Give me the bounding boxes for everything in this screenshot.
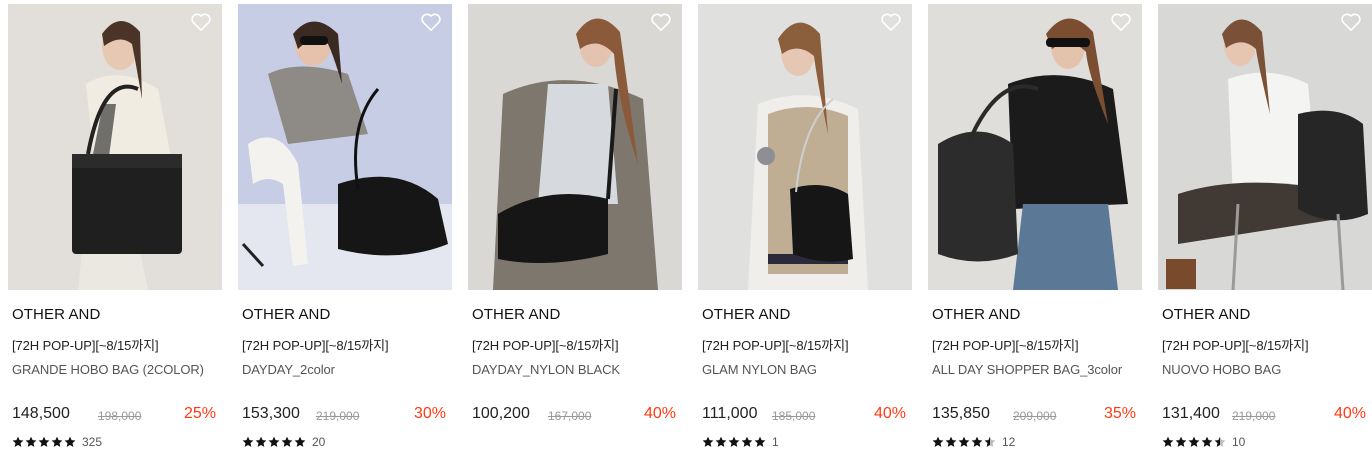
- heart-outline-icon[interactable]: [1110, 12, 1132, 32]
- product-price: 135,850: [932, 405, 990, 422]
- product-image[interactable]: [8, 4, 222, 290]
- star-icon: [984, 436, 996, 447]
- product-rating: 1: [702, 435, 779, 449]
- product-card[interactable]: OTHER AND [72H POP-UP][~8/15까지] DAYDAY_N…: [468, 4, 682, 464]
- star-icon: [51, 436, 63, 447]
- star-icon: [932, 436, 944, 447]
- star-icon: [728, 436, 740, 447]
- star-icon: [1162, 436, 1174, 447]
- product-name[interactable]: GLAM NYLON BAG: [702, 362, 817, 377]
- rating-stars: [242, 436, 306, 448]
- original-price: 198,000: [98, 409, 142, 423]
- star-icon: [1201, 436, 1213, 447]
- product-card[interactable]: OTHER AND [72H POP-UP][~8/15까지] ALL DAY …: [928, 4, 1142, 464]
- product-card[interactable]: OTHER AND [72H POP-UP][~8/15까지] NUOVO HO…: [1158, 4, 1372, 464]
- product-grid: OTHER AND [72H POP-UP][~8/15까지] GRANDE H…: [8, 4, 1372, 475]
- product-price: 100,200: [472, 405, 530, 422]
- product-brand[interactable]: OTHER AND: [932, 306, 1020, 323]
- product-image[interactable]: [1158, 4, 1372, 290]
- product-name[interactable]: GRANDE HOBO BAG (2COLOR): [12, 362, 204, 377]
- star-icon: [64, 436, 76, 447]
- star-icon: [1214, 436, 1226, 447]
- original-price: 167,000: [548, 409, 592, 423]
- star-icon: [281, 436, 293, 447]
- star-icon: [715, 436, 727, 447]
- product-image[interactable]: [238, 4, 452, 290]
- discount-rate: 30%: [413, 405, 446, 422]
- star-icon: [971, 436, 983, 447]
- discount-rate: 25%: [183, 405, 216, 422]
- product-rating: 10: [1162, 435, 1245, 449]
- product-brand[interactable]: OTHER AND: [12, 306, 100, 323]
- product-name[interactable]: ALL DAY SHOPPER BAG_3color: [932, 362, 1122, 377]
- rating-stars: [1162, 436, 1226, 448]
- product-card[interactable]: OTHER AND [72H POP-UP][~8/15까지] DAYDAY_2…: [238, 4, 452, 464]
- product-card[interactable]: OTHER AND [72H POP-UP][~8/15까지] GRANDE H…: [8, 4, 222, 464]
- star-icon: [25, 436, 37, 447]
- discount-rate: 40%: [1333, 405, 1366, 422]
- review-count: 10: [1232, 435, 1246, 449]
- product-promo[interactable]: [72H POP-UP][~8/15까지]: [242, 335, 389, 354]
- product-name[interactable]: DAYDAY_NYLON BLACK: [472, 362, 620, 377]
- star-icon: [38, 436, 50, 447]
- product-brand[interactable]: OTHER AND: [242, 306, 330, 323]
- original-price: 219,000: [316, 409, 360, 423]
- product-promo[interactable]: [72H POP-UP][~8/15까지]: [472, 335, 619, 354]
- product-image[interactable]: [468, 4, 682, 290]
- product-brand[interactable]: OTHER AND: [1162, 306, 1250, 323]
- star-icon: [958, 436, 970, 447]
- product-promo[interactable]: [72H POP-UP][~8/15까지]: [702, 335, 849, 354]
- product-price: 111,000: [702, 405, 758, 422]
- product-name[interactable]: DAYDAY_2color: [242, 362, 335, 377]
- product-rating: 20: [242, 435, 325, 449]
- star-icon: [12, 436, 24, 447]
- discount-rate: 35%: [1103, 405, 1136, 422]
- review-count: 12: [1002, 435, 1016, 449]
- heart-outline-icon[interactable]: [880, 12, 902, 32]
- product-image[interactable]: [928, 4, 1142, 290]
- rating-stars: [932, 436, 996, 448]
- review-count: 1: [772, 435, 779, 449]
- product-rating: 325: [12, 435, 102, 449]
- original-price: 185,000: [772, 409, 816, 423]
- review-count: 325: [82, 435, 103, 449]
- product-price: 153,300: [242, 405, 300, 422]
- heart-outline-icon[interactable]: [1340, 12, 1362, 32]
- review-count: 20: [312, 435, 326, 449]
- product-price: 131,400: [1162, 405, 1220, 422]
- heart-outline-icon[interactable]: [420, 12, 442, 32]
- star-icon: [1175, 436, 1187, 447]
- product-name[interactable]: NUOVO HOBO BAG: [1162, 362, 1281, 377]
- star-icon: [741, 436, 753, 447]
- product-brand[interactable]: OTHER AND: [702, 306, 790, 323]
- product-image[interactable]: [698, 4, 912, 290]
- star-icon: [1188, 436, 1200, 447]
- discount-rate: 40%: [643, 405, 676, 422]
- rating-stars: [12, 436, 76, 448]
- product-promo[interactable]: [72H POP-UP][~8/15까지]: [1162, 335, 1309, 354]
- heart-outline-icon[interactable]: [650, 12, 672, 32]
- product-promo[interactable]: [72H POP-UP][~8/15까지]: [12, 335, 159, 354]
- rating-stars: [702, 436, 766, 448]
- original-price: 209,000: [1013, 409, 1057, 423]
- heart-outline-icon[interactable]: [190, 12, 212, 32]
- star-icon: [268, 436, 280, 447]
- original-price: 219,000: [1232, 409, 1276, 423]
- star-icon: [255, 436, 267, 447]
- product-price: 148,500: [12, 405, 70, 422]
- product-card[interactable]: OTHER AND [72H POP-UP][~8/15까지] GLAM NYL…: [698, 4, 912, 464]
- star-icon: [702, 436, 714, 447]
- product-brand[interactable]: OTHER AND: [472, 306, 560, 323]
- star-icon: [754, 436, 766, 447]
- product-promo[interactable]: [72H POP-UP][~8/15까지]: [932, 335, 1079, 354]
- star-icon: [294, 436, 306, 447]
- star-icon: [242, 436, 254, 447]
- star-icon: [945, 436, 957, 447]
- product-rating: 12: [932, 435, 1015, 449]
- discount-rate: 40%: [873, 405, 906, 422]
